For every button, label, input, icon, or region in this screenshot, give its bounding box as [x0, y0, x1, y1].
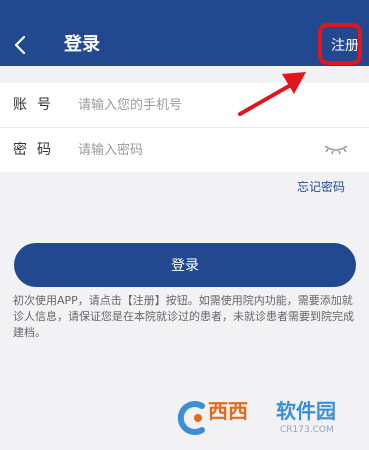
watermark-logo-icon: [177, 401, 205, 435]
watermark-text-secondary: 软件园: [276, 399, 336, 423]
forgot-password-link[interactable]: 忘记密码: [297, 179, 345, 195]
back-button[interactable]: [8, 30, 32, 60]
account-row: 账号: [0, 83, 369, 127]
registration-notice: 初次使用APP，请点击【注册】按钮。如需使用院内功能，需要添加就诊人信息，请保证…: [13, 294, 354, 339]
login-button[interactable]: 登录: [14, 243, 356, 287]
password-row: 密码: [0, 128, 369, 172]
phone-input[interactable]: [78, 93, 298, 117]
login-form: 账号 密码: [0, 83, 369, 172]
password-input[interactable]: [78, 138, 298, 162]
account-label: 账号: [13, 97, 61, 113]
page-title: 登录: [64, 34, 100, 55]
chevron-left-icon: [14, 35, 26, 55]
watermark-subtext: CR173.COM: [280, 425, 334, 435]
register-highlight-annotation: [318, 23, 362, 65]
annotation-arrow: [238, 72, 306, 116]
app-header: 登录 注册: [0, 0, 369, 66]
watermark-text-main: 西西: [208, 399, 248, 423]
password-label: 密码: [13, 142, 61, 158]
site-watermark: 西西 软件园 CR173.COM: [172, 394, 357, 444]
eye-closed-icon[interactable]: [323, 142, 349, 156]
